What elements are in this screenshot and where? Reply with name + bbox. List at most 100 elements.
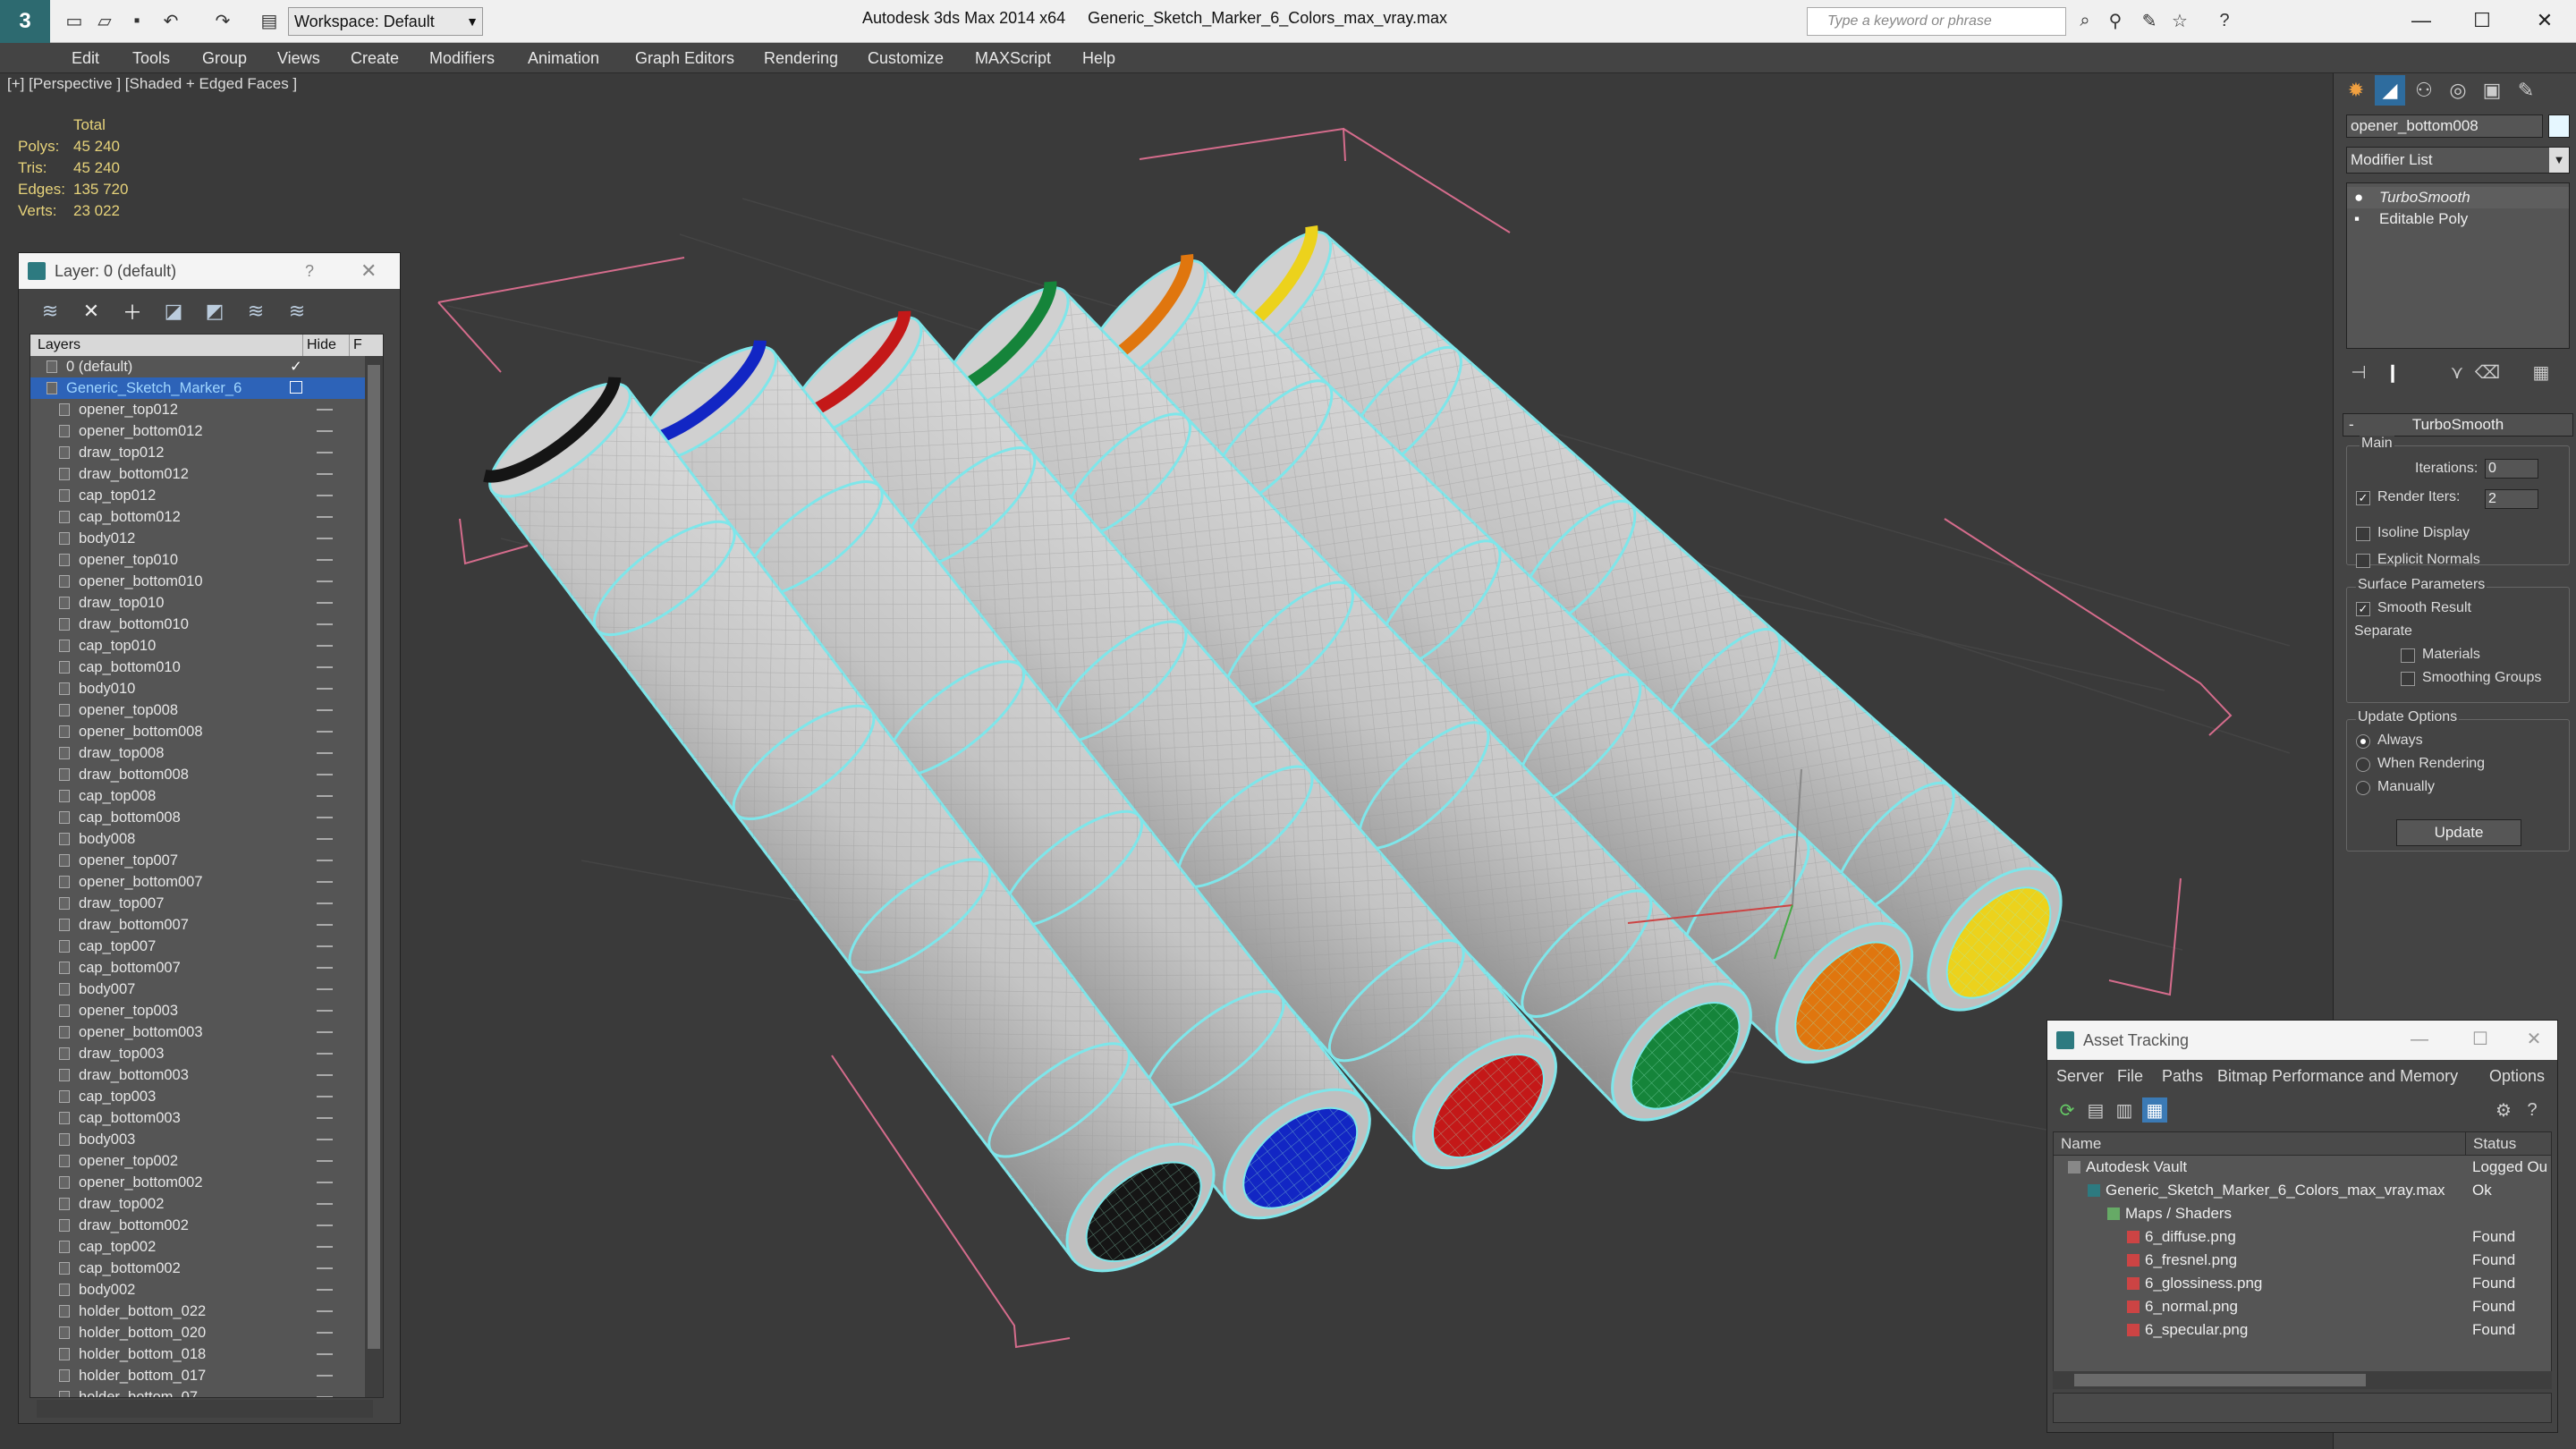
menu-bitmap-performance[interactable]: Bitmap Performance and Memory <box>2217 1067 2458 1086</box>
when-rendering-radio[interactable] <box>2356 758 2370 772</box>
hide-toggle[interactable] <box>317 1396 333 1397</box>
modifier-list-dropdown[interactable]: Modifier List ▼ <box>2346 147 2570 174</box>
object-color-swatch[interactable] <box>2548 114 2570 138</box>
hide-toggle[interactable] <box>317 967 333 969</box>
layer-row[interactable]: body012 <box>30 528 367 549</box>
hide-toggle[interactable] <box>317 495 333 496</box>
workspace-dropdown[interactable]: Workspace: Default ▼ <box>288 7 483 36</box>
hide-toggle[interactable] <box>317 1117 333 1119</box>
hide-toggle[interactable] <box>317 409 333 411</box>
undo-icon[interactable]: ↶ <box>159 9 182 32</box>
favorites-star-icon[interactable]: ☆ <box>2168 9 2191 32</box>
create-tab-icon[interactable]: ✹ <box>2341 75 2371 106</box>
open-file-icon[interactable]: ▱ <box>93 9 116 32</box>
active-layer-checkbox[interactable] <box>290 381 302 394</box>
maximize-button[interactable]: ☐ <box>2462 1026 2498 1053</box>
layer-row[interactable]: cap_bottom010 <box>30 657 367 678</box>
column-name[interactable]: Name <box>2061 1132 2101 1156</box>
smoothing-groups-checkbox[interactable] <box>2401 672 2415 686</box>
hide-toggle[interactable] <box>317 924 333 926</box>
layer-hscrollbar[interactable] <box>37 1400 373 1418</box>
layer-row[interactable]: body007 <box>30 979 367 1000</box>
hide-toggle[interactable] <box>317 1246 333 1248</box>
asset-hscrollbar[interactable] <box>2053 1371 2552 1389</box>
communication-center-icon[interactable]: ⚲ <box>2104 9 2127 32</box>
lightbulb-icon[interactable]: ● <box>2354 187 2363 208</box>
help-icon[interactable]: ? <box>2520 1097 2545 1123</box>
layer-row[interactable]: holder_bottom_018 <box>30 1343 367 1365</box>
asset-row[interactable]: 6_glossiness.png Found <box>2054 1272 2551 1295</box>
menu-rendering[interactable]: Rendering <box>764 49 838 68</box>
configure-sets-icon[interactable]: ▦ <box>2529 360 2554 385</box>
menu-customize[interactable]: Customize <box>868 49 944 68</box>
select-objects-icon[interactable]: ◪ <box>160 298 187 325</box>
hide-toggle[interactable] <box>317 1053 333 1055</box>
hide-toggle[interactable] <box>317 1267 333 1269</box>
modify-tab-icon[interactable]: ◢ <box>2375 75 2405 106</box>
layer-row[interactable]: cap_bottom012 <box>30 506 367 528</box>
layer-row[interactable]: cap_top010 <box>30 635 367 657</box>
maximize-button[interactable]: ☐ <box>2460 4 2504 38</box>
save-file-icon[interactable]: ▪ <box>125 9 148 32</box>
asset-row[interactable]: 6_specular.png Found <box>2054 1318 2551 1342</box>
pin-stack-icon[interactable]: ⊣ <box>2346 360 2371 385</box>
layer-row[interactable]: draw_bottom012 <box>30 463 367 485</box>
layer-row[interactable]: cap_bottom007 <box>30 957 367 979</box>
layer-row[interactable]: cap_bottom002 <box>30 1258 367 1279</box>
hide-toggle[interactable] <box>317 902 333 904</box>
expand-icon[interactable]: ▪ <box>2354 208 2360 230</box>
motion-tab-icon[interactable]: ◎ <box>2443 75 2473 106</box>
menu-options[interactable]: Options <box>2489 1067 2545 1086</box>
layer-row[interactable]: cap_top012 <box>30 485 367 506</box>
layer-row[interactable]: draw_bottom007 <box>30 914 367 936</box>
layer-row[interactable]: holder_bottom_07 <box>30 1386 367 1397</box>
utilities-tab-icon[interactable]: ✎ <box>2511 75 2541 106</box>
vault-login-icon[interactable]: ⚙ <box>2491 1097 2516 1123</box>
menu-paths[interactable]: Paths <box>2162 1067 2203 1086</box>
hide-toggle[interactable] <box>317 1353 333 1355</box>
asset-tracking-title-bar[interactable]: Asset Tracking — ☐ ✕ <box>2047 1021 2557 1060</box>
manually-radio[interactable] <box>2356 781 2370 795</box>
menu-help[interactable]: Help <box>1082 49 1115 68</box>
scrollbar-thumb[interactable] <box>368 365 380 1349</box>
layer-row[interactable]: opener_top002 <box>30 1150 367 1172</box>
display-tab-icon[interactable]: ▣ <box>2477 75 2507 106</box>
table-view-icon[interactable]: ▦ <box>2142 1097 2167 1123</box>
list-view-icon[interactable]: ▤ <box>2083 1097 2108 1123</box>
binoculars-icon[interactable]: ⌕ <box>2073 9 2097 32</box>
hide-toggle[interactable] <box>317 1332 333 1334</box>
tools-icon[interactable]: ✎ <box>2138 9 2161 32</box>
layer-row[interactable]: draw_top012 <box>30 442 367 463</box>
hide-toggle[interactable] <box>317 881 333 883</box>
layer-row[interactable]: opener_top010 <box>30 549 367 571</box>
layer-row[interactable]: opener_bottom007 <box>30 871 367 893</box>
menu-group[interactable]: Group <box>202 49 247 68</box>
asset-row[interactable]: 6_normal.png Found <box>2054 1295 2551 1318</box>
stack-item-editable-poly[interactable]: ▪ Editable Poly <box>2347 208 2569 230</box>
materials-checkbox[interactable] <box>2401 648 2415 663</box>
active-layer-check-icon[interactable]: ✓ <box>290 356 302 377</box>
hide-toggle[interactable] <box>317 795 333 797</box>
tree-view-icon[interactable]: ▥ <box>2112 1097 2137 1123</box>
asset-row[interactable]: Maps / Shaders <box>2054 1202 2551 1225</box>
hide-toggle[interactable] <box>317 752 333 754</box>
asset-row[interactable]: 6_fresnel.png Found <box>2054 1249 2551 1272</box>
menu-graph-editors[interactable]: Graph Editors <box>635 49 734 68</box>
scrollbar-thumb[interactable] <box>2074 1374 2366 1386</box>
show-end-result-icon[interactable]: ❙ <box>2380 360 2405 385</box>
hide-toggle[interactable] <box>317 688 333 690</box>
layer-row[interactable]: body008 <box>30 828 367 850</box>
hide-toggle[interactable] <box>317 1010 333 1012</box>
close-button[interactable]: ✕ <box>2516 1026 2552 1053</box>
column-freeze[interactable]: F <box>349 335 362 356</box>
hide-toggle[interactable] <box>317 945 333 947</box>
hide-toggle[interactable] <box>317 1096 333 1097</box>
update-button[interactable]: Update <box>2396 819 2521 846</box>
layer-row[interactable]: holder_bottom_020 <box>30 1322 367 1343</box>
hide-toggle[interactable] <box>317 538 333 539</box>
object-name-field[interactable]: opener_bottom008 <box>2346 114 2543 138</box>
layer-row[interactable]: opener_top012 <box>30 399 367 420</box>
remove-modifier-icon[interactable]: ⌫ <box>2475 360 2500 385</box>
layer-panel-title-bar[interactable]: Layer: 0 (default) ? ✕ <box>19 253 400 289</box>
app-logo-icon[interactable]: 3 <box>0 0 50 43</box>
